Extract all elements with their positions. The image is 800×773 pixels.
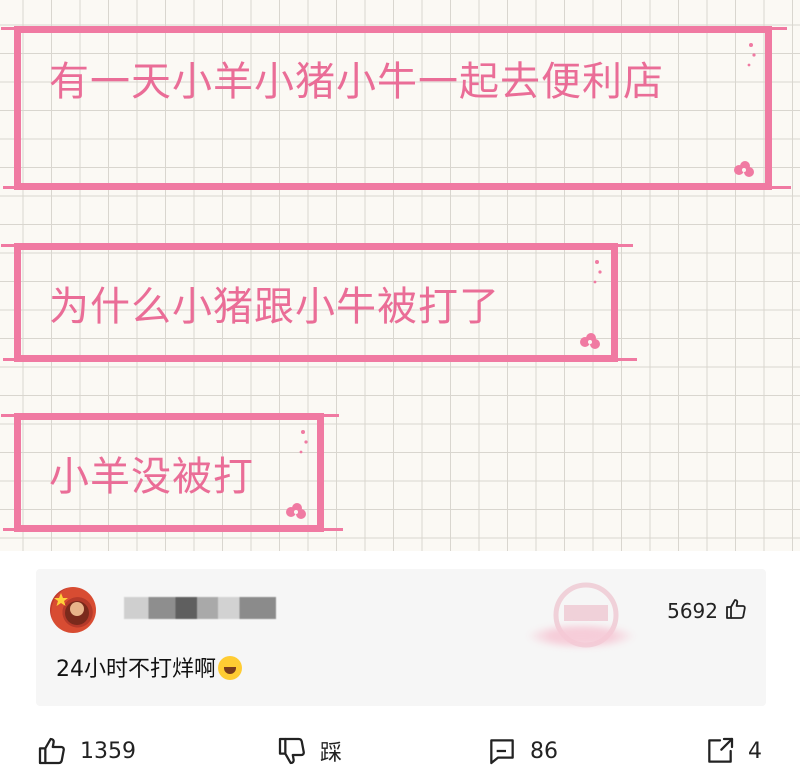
share-icon [708, 737, 734, 763]
meme-line-1: 有一天小羊小猪小牛一起去便利店 [49, 59, 664, 105]
comment-bubble-icon [490, 739, 514, 765]
rolling-laughing-emoji-icon [218, 656, 242, 680]
flower-icon [734, 161, 754, 177]
share-button[interactable]: 4 [704, 736, 762, 766]
meme-image[interactable]: 有一天小羊小猪小牛一起去便利店 为什么小猪跟小牛被打了 小羊没被打 [0, 0, 800, 551]
dislike-button[interactable]: 踩 [276, 736, 342, 766]
comment-text-content: 24小时不打烊啊 [56, 657, 216, 682]
sparkle-dots-icon [747, 43, 756, 67]
action-bar: 1359 踩 86 4 [0, 728, 800, 773]
text-frame-3: 小羊没被打 [1, 413, 343, 532]
thumbs-up-icon [38, 737, 65, 765]
text-frame-1: 有一天小羊小猪小牛一起去便利店 [1, 26, 791, 190]
thumbs-down-icon [278, 737, 305, 765]
like-count: 1359 [80, 738, 136, 764]
flower-icon [580, 333, 600, 349]
comment-text: 24小时不打烊啊 [56, 651, 242, 683]
username-blurred[interactable] [124, 597, 276, 619]
comment-count: 86 [530, 738, 558, 764]
dislike-label: 踩 [320, 741, 343, 766]
meme-line-2: 为什么小猪跟小牛被打了 [49, 284, 500, 330]
comment-like-count: 5692 [667, 599, 718, 623]
meme-line-3: 小羊没被打 [49, 454, 254, 500]
sparkle-dots-icon [593, 260, 602, 284]
flower-icon [286, 503, 306, 519]
comment-button[interactable]: 86 [486, 736, 558, 766]
avatar[interactable] [50, 587, 96, 633]
share-count: 4 [748, 738, 762, 764]
flag-star-icon [54, 593, 89, 625]
sparkle-dots-icon [299, 430, 308, 454]
thumbs-up-icon[interactable] [724, 597, 748, 621]
pink-blur-mark [526, 623, 636, 649]
like-button[interactable]: 1359 [36, 736, 136, 766]
top-comment[interactable]: 5692 24小时不打烊啊 [36, 569, 766, 706]
text-frame-2: 为什么小猪跟小牛被打了 [1, 243, 637, 362]
